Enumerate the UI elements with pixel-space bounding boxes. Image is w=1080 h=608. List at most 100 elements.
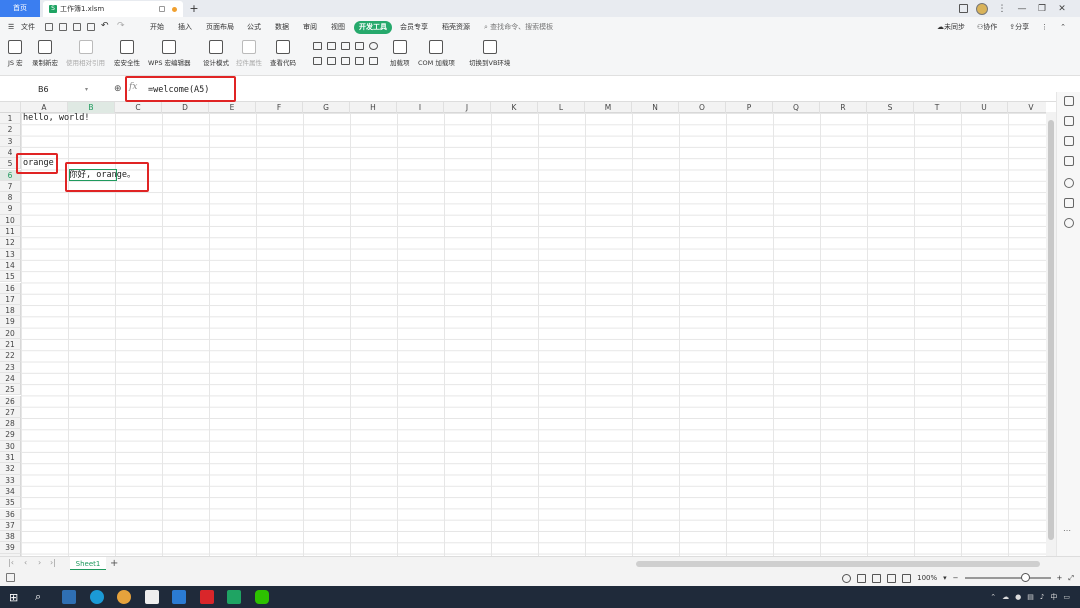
help-icon[interactable] [1064, 178, 1074, 188]
add-sheet-button[interactable]: + [110, 557, 118, 571]
control-properties-button[interactable]: 控件属性 [236, 40, 262, 67]
row-header-30[interactable]: 30 [0, 440, 21, 452]
row-header-35[interactable]: 35 [0, 497, 21, 509]
more-dots-icon[interactable]: ⋯ [1063, 526, 1071, 535]
column-header-c[interactable]: C [115, 102, 162, 113]
row-header-16[interactable]: 16 [0, 282, 21, 294]
menu-insert[interactable]: 插入 [178, 21, 192, 34]
first-sheet-icon[interactable]: |‹ [8, 558, 14, 567]
column-header-e[interactable]: E [209, 102, 256, 113]
document-tab[interactable]: S 工作簿1.xlsm [43, 1, 183, 17]
scroll-thumb[interactable] [1048, 120, 1054, 540]
row-header-10[interactable]: 10 [0, 214, 21, 226]
layout-icon[interactable] [959, 4, 968, 13]
row-header-32[interactable]: 32 [0, 463, 21, 475]
zoom-out-button[interactable]: − [953, 574, 959, 582]
column-header-h[interactable]: H [350, 102, 397, 113]
add-ins-button[interactable]: 加载项 [390, 40, 410, 67]
save-icon[interactable] [45, 23, 53, 31]
typora-icon[interactable] [145, 590, 159, 604]
task-view-icon[interactable] [62, 590, 76, 604]
column-header-t[interactable]: T [914, 102, 961, 113]
row-header-1[interactable]: 1 [0, 113, 21, 125]
column-header-k[interactable]: K [491, 102, 538, 113]
radio-control-icon[interactable] [369, 42, 378, 50]
zoom-search-icon[interactable]: ⊕ [114, 84, 122, 94]
menu-icon[interactable]: ⋮ [996, 4, 1008, 14]
row-header-36[interactable]: 36 [0, 508, 21, 520]
row-header-14[interactable]: 14 [0, 259, 21, 272]
column-header-s[interactable]: S [867, 102, 914, 113]
edge-icon[interactable] [90, 590, 104, 604]
prev-sheet-icon[interactable]: ‹ [24, 558, 27, 567]
row-header-29[interactable]: 29 [0, 429, 21, 441]
backup-icon[interactable] [1064, 198, 1074, 208]
spinner-control-icon[interactable] [327, 57, 336, 65]
sheet-tab-sheet1[interactable]: Sheet1 [70, 557, 106, 571]
row-header-38[interactable]: 38 [0, 531, 21, 543]
row-header-26[interactable]: 26 [0, 395, 21, 407]
menu-view[interactable]: 视图 [331, 21, 345, 34]
column-header-v[interactable]: V [1008, 102, 1046, 113]
filter-icon[interactable] [1064, 136, 1074, 146]
wps-spreadsheet-icon[interactable] [227, 590, 241, 604]
row-header-28[interactable]: 28 [0, 418, 21, 430]
record-macro-button[interactable]: 录制新宏 [32, 40, 58, 67]
row-header-8[interactable]: 8 [0, 192, 21, 204]
export-pdf-icon[interactable] [59, 23, 67, 31]
menu-docer[interactable]: 稻壳资源 [442, 21, 470, 34]
column-header-d[interactable]: D [162, 102, 209, 113]
select-all-corner[interactable] [0, 102, 21, 113]
macro-security-button[interactable]: 宏安全性 [114, 40, 140, 67]
zoom-slider[interactable] [964, 573, 1051, 582]
collaborate-button[interactable]: ⚇协作 [977, 21, 997, 34]
row-header-21[interactable]: 21 [0, 339, 21, 351]
normal-view-icon[interactable] [872, 573, 882, 583]
undo-icon[interactable]: ↶ [101, 20, 109, 33]
menu-member[interactable]: 会员专享 [400, 21, 428, 34]
avatar[interactable] [976, 2, 988, 15]
wechat-tray-icon[interactable]: ● [1015, 593, 1021, 601]
sync-status[interactable]: ☁未同步 [937, 21, 965, 34]
ime-icon[interactable]: 中 [1050, 592, 1057, 602]
column-header-m[interactable]: M [585, 102, 632, 113]
vscode-icon[interactable] [172, 590, 186, 604]
relative-reference-button[interactable]: 使用相对引用 [66, 40, 105, 67]
share-button[interactable]: ⇪分享 [1009, 21, 1029, 34]
menu-page-layout[interactable]: 页面布局 [206, 21, 234, 34]
chrome-icon[interactable] [117, 590, 131, 604]
text-control-icon[interactable] [313, 57, 322, 65]
row-header-27[interactable]: 27 [0, 406, 21, 419]
location-icon[interactable] [1064, 218, 1074, 228]
macro-status-icon[interactable] [6, 573, 15, 582]
checkbox-control-icon[interactable] [355, 42, 364, 50]
textbox-control-icon[interactable] [327, 42, 336, 50]
column-header-q[interactable]: Q [773, 102, 820, 113]
cell-area[interactable]: hello, world! orange 你好, orange。 [21, 113, 1046, 556]
eye-protection-icon[interactable] [842, 573, 852, 583]
row-header-13[interactable]: 13 [0, 248, 21, 260]
fullscreen-icon[interactable]: ⤢ [1068, 574, 1074, 583]
row-header-39[interactable]: 39 [0, 542, 21, 554]
wps-macro-editor-button[interactable]: WPS 宏编辑器 [148, 40, 191, 67]
column-header-o[interactable]: O [679, 102, 726, 113]
page-layout-view-icon[interactable] [887, 573, 897, 583]
row-header-17[interactable]: 17 [0, 293, 21, 306]
next-sheet-icon[interactable]: › [38, 558, 41, 567]
column-header-u[interactable]: U [961, 102, 1008, 113]
more-icon[interactable]: ⋮ [1041, 21, 1048, 34]
menu-developer[interactable]: 开发工具 [354, 21, 392, 34]
column-header-a[interactable]: A [21, 102, 68, 113]
row-header-3[interactable]: 3 [0, 135, 21, 147]
volume-icon[interactable]: ♪ [1040, 593, 1044, 601]
spreadsheet-grid[interactable]: ABCDEFGHIJKLMNOPQRSTUV 1 2 3 4 5 6 7 8 9 10 11 12 13… [0, 102, 1046, 556]
row-header-9[interactable]: 9 [0, 203, 21, 215]
tab-window-icon[interactable] [159, 6, 165, 12]
column-header-f[interactable]: F [256, 102, 303, 113]
minimize-button[interactable]: — [1016, 4, 1028, 14]
column-header-n[interactable]: N [632, 102, 679, 113]
column-header-g[interactable]: G [303, 102, 350, 113]
row-header-23[interactable]: 23 [0, 361, 21, 373]
column-header-i[interactable]: I [397, 102, 444, 113]
collapse-ribbon-icon[interactable]: ⌃ [1060, 21, 1066, 34]
